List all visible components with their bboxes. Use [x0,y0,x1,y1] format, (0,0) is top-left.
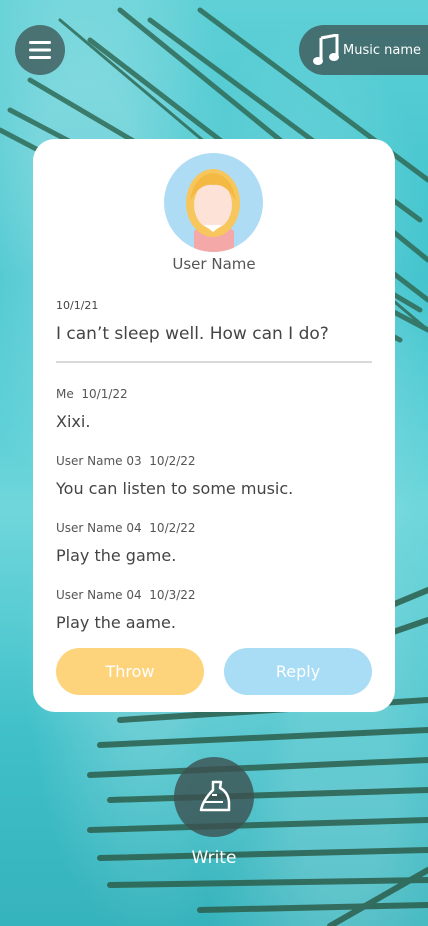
reply-date: 10/2/22 [149,454,196,468]
divider [56,361,372,363]
menu-button[interactable] [15,25,65,75]
reply-author: Me [56,387,74,401]
reply-text: Play the game. [56,546,177,565]
reply-meta: User Name 03 10/2/22 [56,454,196,468]
reply-author: User Name 04 [56,588,142,602]
music-player-button[interactable]: Music name [299,25,428,75]
reply-meta: User Name 04 10/3/22 [56,588,196,602]
reply-author: User Name 03 [56,454,142,468]
girl-avatar-icon [186,169,240,252]
post-text: I can’t sleep well. How can I do? [56,324,329,344]
post-date: 10/1/21 [56,299,99,312]
throw-button[interactable]: Throw [56,648,204,695]
reply-text: You can listen to some music. [56,479,294,498]
hamburger-menu-icon [29,41,51,59]
reply-text: Xixi. [56,412,91,431]
write-button[interactable] [174,757,254,837]
bottle-icon [199,780,231,812]
reply-date: 10/2/22 [149,521,196,535]
reply-text: Play the aame. [56,613,176,632]
music-name: Music name [343,42,421,58]
write-label: Write [191,848,237,868]
reply-author: User Name 04 [56,521,142,535]
message-card: User Name 10/1/21 I can’t sleep well. Ho… [33,139,395,712]
music-note-icon [313,34,339,65]
reply-meta: User Name 04 10/2/22 [56,521,196,535]
reply-meta: Me 10/1/22 [56,387,128,401]
user-avatar[interactable] [164,153,263,252]
reply-date: 10/1/22 [81,387,128,401]
post-author-name: User Name [172,255,256,273]
reply-date: 10/3/22 [149,588,196,602]
reply-button[interactable]: Reply [224,648,372,695]
